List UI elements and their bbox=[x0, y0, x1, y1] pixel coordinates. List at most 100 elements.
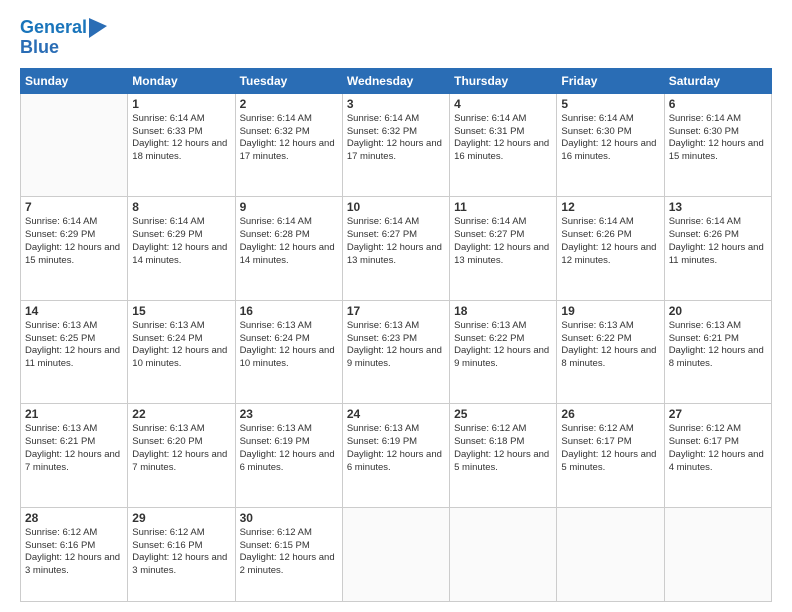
cell-sun-info: Sunrise: 6:14 AMSunset: 6:26 PMDaylight:… bbox=[561, 216, 659, 267]
day-number: 6 bbox=[669, 97, 767, 111]
day-number: 2 bbox=[240, 97, 338, 111]
cell-sun-info: Sunrise: 6:13 AMSunset: 6:21 PMDaylight:… bbox=[25, 423, 123, 474]
calendar-cell: 7 Sunrise: 6:14 AMSunset: 6:29 PMDaylight… bbox=[21, 197, 128, 301]
header: General Blue bbox=[20, 18, 772, 58]
cell-sun-info: Sunrise: 6:12 AMSunset: 6:16 PMDaylight:… bbox=[132, 527, 230, 578]
day-number: 4 bbox=[454, 97, 552, 111]
day-number: 3 bbox=[347, 97, 445, 111]
calendar-cell: 29 Sunrise: 6:12 AMSunset: 6:16 PMDayligh… bbox=[128, 507, 235, 601]
calendar-cell bbox=[21, 93, 128, 197]
cell-sun-info: Sunrise: 6:13 AMSunset: 6:23 PMDaylight:… bbox=[347, 320, 445, 371]
cell-sun-info: Sunrise: 6:14 AMSunset: 6:31 PMDaylight:… bbox=[454, 113, 552, 164]
calendar-cell: 21 Sunrise: 6:13 AMSunset: 6:21 PMDayligh… bbox=[21, 404, 128, 508]
calendar-cell bbox=[557, 507, 664, 601]
calendar-cell: 14 Sunrise: 6:13 AMSunset: 6:25 PMDayligh… bbox=[21, 300, 128, 404]
calendar-table: SundayMondayTuesdayWednesdayThursdayFrid… bbox=[20, 68, 772, 602]
cell-sun-info: Sunrise: 6:14 AMSunset: 6:27 PMDaylight:… bbox=[454, 216, 552, 267]
cell-sun-info: Sunrise: 6:14 AMSunset: 6:30 PMDaylight:… bbox=[561, 113, 659, 164]
cell-sun-info: Sunrise: 6:12 AMSunset: 6:17 PMDaylight:… bbox=[561, 423, 659, 474]
calendar-row-4: 28 Sunrise: 6:12 AMSunset: 6:16 PMDayligh… bbox=[21, 507, 772, 601]
weekday-header-thursday: Thursday bbox=[450, 68, 557, 93]
day-number: 8 bbox=[132, 200, 230, 214]
day-number: 12 bbox=[561, 200, 659, 214]
cell-sun-info: Sunrise: 6:13 AMSunset: 6:24 PMDaylight:… bbox=[132, 320, 230, 371]
weekday-header-saturday: Saturday bbox=[664, 68, 771, 93]
cell-sun-info: Sunrise: 6:13 AMSunset: 6:25 PMDaylight:… bbox=[25, 320, 123, 371]
day-number: 13 bbox=[669, 200, 767, 214]
calendar-cell: 20Sunrise: 6:13 AMSunset: 6:21 PMDayligh… bbox=[664, 300, 771, 404]
cell-sun-info: Sunrise: 6:12 AMSunset: 6:16 PMDaylight:… bbox=[25, 527, 123, 578]
weekday-header-tuesday: Tuesday bbox=[235, 68, 342, 93]
day-number: 14 bbox=[25, 304, 123, 318]
cell-sun-info: Sunrise: 6:14 AMSunset: 6:29 PMDaylight:… bbox=[25, 216, 123, 267]
calendar-cell: 28 Sunrise: 6:12 AMSunset: 6:16 PMDayligh… bbox=[21, 507, 128, 601]
cell-sun-info: Sunrise: 6:14 AMSunset: 6:28 PMDaylight:… bbox=[240, 216, 338, 267]
calendar-cell: 24 Sunrise: 6:13 AMSunset: 6:19 PMDayligh… bbox=[342, 404, 449, 508]
calendar-cell: 3 Sunrise: 6:14 AMSunset: 6:32 PMDaylight… bbox=[342, 93, 449, 197]
calendar-cell: 5 Sunrise: 6:14 AMSunset: 6:30 PMDaylight… bbox=[557, 93, 664, 197]
cell-sun-info: Sunrise: 6:13 AMSunset: 6:19 PMDaylight:… bbox=[347, 423, 445, 474]
cell-sun-info: Sunrise: 6:13 AMSunset: 6:19 PMDaylight:… bbox=[240, 423, 338, 474]
weekday-header-friday: Friday bbox=[557, 68, 664, 93]
calendar-cell: 23Sunrise: 6:13 AMSunset: 6:19 PMDayligh… bbox=[235, 404, 342, 508]
day-number: 30 bbox=[240, 511, 338, 525]
day-number: 19 bbox=[561, 304, 659, 318]
weekday-header-wednesday: Wednesday bbox=[342, 68, 449, 93]
day-number: 25 bbox=[454, 407, 552, 421]
day-number: 5 bbox=[561, 97, 659, 111]
cell-sun-info: Sunrise: 6:14 AMSunset: 6:32 PMDaylight:… bbox=[240, 113, 338, 164]
cell-sun-info: Sunrise: 6:14 AMSunset: 6:27 PMDaylight:… bbox=[347, 216, 445, 267]
day-number: 27 bbox=[669, 407, 767, 421]
calendar-cell: 11 Sunrise: 6:14 AMSunset: 6:27 PMDayligh… bbox=[450, 197, 557, 301]
day-number: 24 bbox=[347, 407, 445, 421]
calendar-cell: 17 Sunrise: 6:13 AMSunset: 6:23 PMDayligh… bbox=[342, 300, 449, 404]
calendar-cell: 9Sunrise: 6:14 AMSunset: 6:28 PMDaylight… bbox=[235, 197, 342, 301]
cell-sun-info: Sunrise: 6:12 AMSunset: 6:18 PMDaylight:… bbox=[454, 423, 552, 474]
calendar-cell: 4 Sunrise: 6:14 AMSunset: 6:31 PMDaylight… bbox=[450, 93, 557, 197]
calendar-cell: 18 Sunrise: 6:13 AMSunset: 6:22 PMDayligh… bbox=[450, 300, 557, 404]
calendar-body: 1 Sunrise: 6:14 AMSunset: 6:33 PMDaylight… bbox=[21, 93, 772, 601]
day-number: 22 bbox=[132, 407, 230, 421]
cell-sun-info: Sunrise: 6:14 AMSunset: 6:29 PMDaylight:… bbox=[132, 216, 230, 267]
day-number: 7 bbox=[25, 200, 123, 214]
day-number: 11 bbox=[454, 200, 552, 214]
page: General Blue SundayMondayTuesdayWednesda… bbox=[0, 0, 792, 612]
calendar-row-1: 7 Sunrise: 6:14 AMSunset: 6:29 PMDaylight… bbox=[21, 197, 772, 301]
calendar-cell: 10 Sunrise: 6:14 AMSunset: 6:27 PMDayligh… bbox=[342, 197, 449, 301]
calendar-cell bbox=[664, 507, 771, 601]
logo: General Blue bbox=[20, 18, 107, 58]
day-number: 15 bbox=[132, 304, 230, 318]
calendar-cell: 6 Sunrise: 6:14 AMSunset: 6:30 PMDaylight… bbox=[664, 93, 771, 197]
calendar-cell: 1 Sunrise: 6:14 AMSunset: 6:33 PMDaylight… bbox=[128, 93, 235, 197]
day-number: 16 bbox=[240, 304, 338, 318]
calendar-cell: 8 Sunrise: 6:14 AMSunset: 6:29 PMDaylight… bbox=[128, 197, 235, 301]
day-number: 21 bbox=[25, 407, 123, 421]
calendar-row-3: 21 Sunrise: 6:13 AMSunset: 6:21 PMDayligh… bbox=[21, 404, 772, 508]
calendar-cell: 26 Sunrise: 6:12 AMSunset: 6:17 PMDayligh… bbox=[557, 404, 664, 508]
day-number: 26 bbox=[561, 407, 659, 421]
weekday-header-row: SundayMondayTuesdayWednesdayThursdayFrid… bbox=[21, 68, 772, 93]
calendar-cell: 13Sunrise: 6:14 AMSunset: 6:26 PMDayligh… bbox=[664, 197, 771, 301]
cell-sun-info: Sunrise: 6:13 AMSunset: 6:21 PMDaylight:… bbox=[669, 320, 767, 371]
day-number: 28 bbox=[25, 511, 123, 525]
cell-sun-info: Sunrise: 6:14 AMSunset: 6:33 PMDaylight:… bbox=[132, 113, 230, 164]
cell-sun-info: Sunrise: 6:12 AMSunset: 6:15 PMDaylight:… bbox=[240, 527, 338, 578]
day-number: 18 bbox=[454, 304, 552, 318]
cell-sun-info: Sunrise: 6:14 AMSunset: 6:30 PMDaylight:… bbox=[669, 113, 767, 164]
day-number: 1 bbox=[132, 97, 230, 111]
weekday-header-monday: Monday bbox=[128, 68, 235, 93]
cell-sun-info: Sunrise: 6:13 AMSunset: 6:22 PMDaylight:… bbox=[454, 320, 552, 371]
calendar-cell: 19 Sunrise: 6:13 AMSunset: 6:22 PMDayligh… bbox=[557, 300, 664, 404]
day-number: 29 bbox=[132, 511, 230, 525]
calendar-cell bbox=[450, 507, 557, 601]
calendar-cell: 22 Sunrise: 6:13 AMSunset: 6:20 PMDayligh… bbox=[128, 404, 235, 508]
cell-sun-info: Sunrise: 6:14 AMSunset: 6:32 PMDaylight:… bbox=[347, 113, 445, 164]
day-number: 10 bbox=[347, 200, 445, 214]
cell-sun-info: Sunrise: 6:13 AMSunset: 6:20 PMDaylight:… bbox=[132, 423, 230, 474]
calendar-cell: 12 Sunrise: 6:14 AMSunset: 6:26 PMDayligh… bbox=[557, 197, 664, 301]
weekday-header-sunday: Sunday bbox=[21, 68, 128, 93]
cell-sun-info: Sunrise: 6:13 AMSunset: 6:22 PMDaylight:… bbox=[561, 320, 659, 371]
day-number: 17 bbox=[347, 304, 445, 318]
calendar-row-0: 1 Sunrise: 6:14 AMSunset: 6:33 PMDaylight… bbox=[21, 93, 772, 197]
calendar-cell bbox=[342, 507, 449, 601]
